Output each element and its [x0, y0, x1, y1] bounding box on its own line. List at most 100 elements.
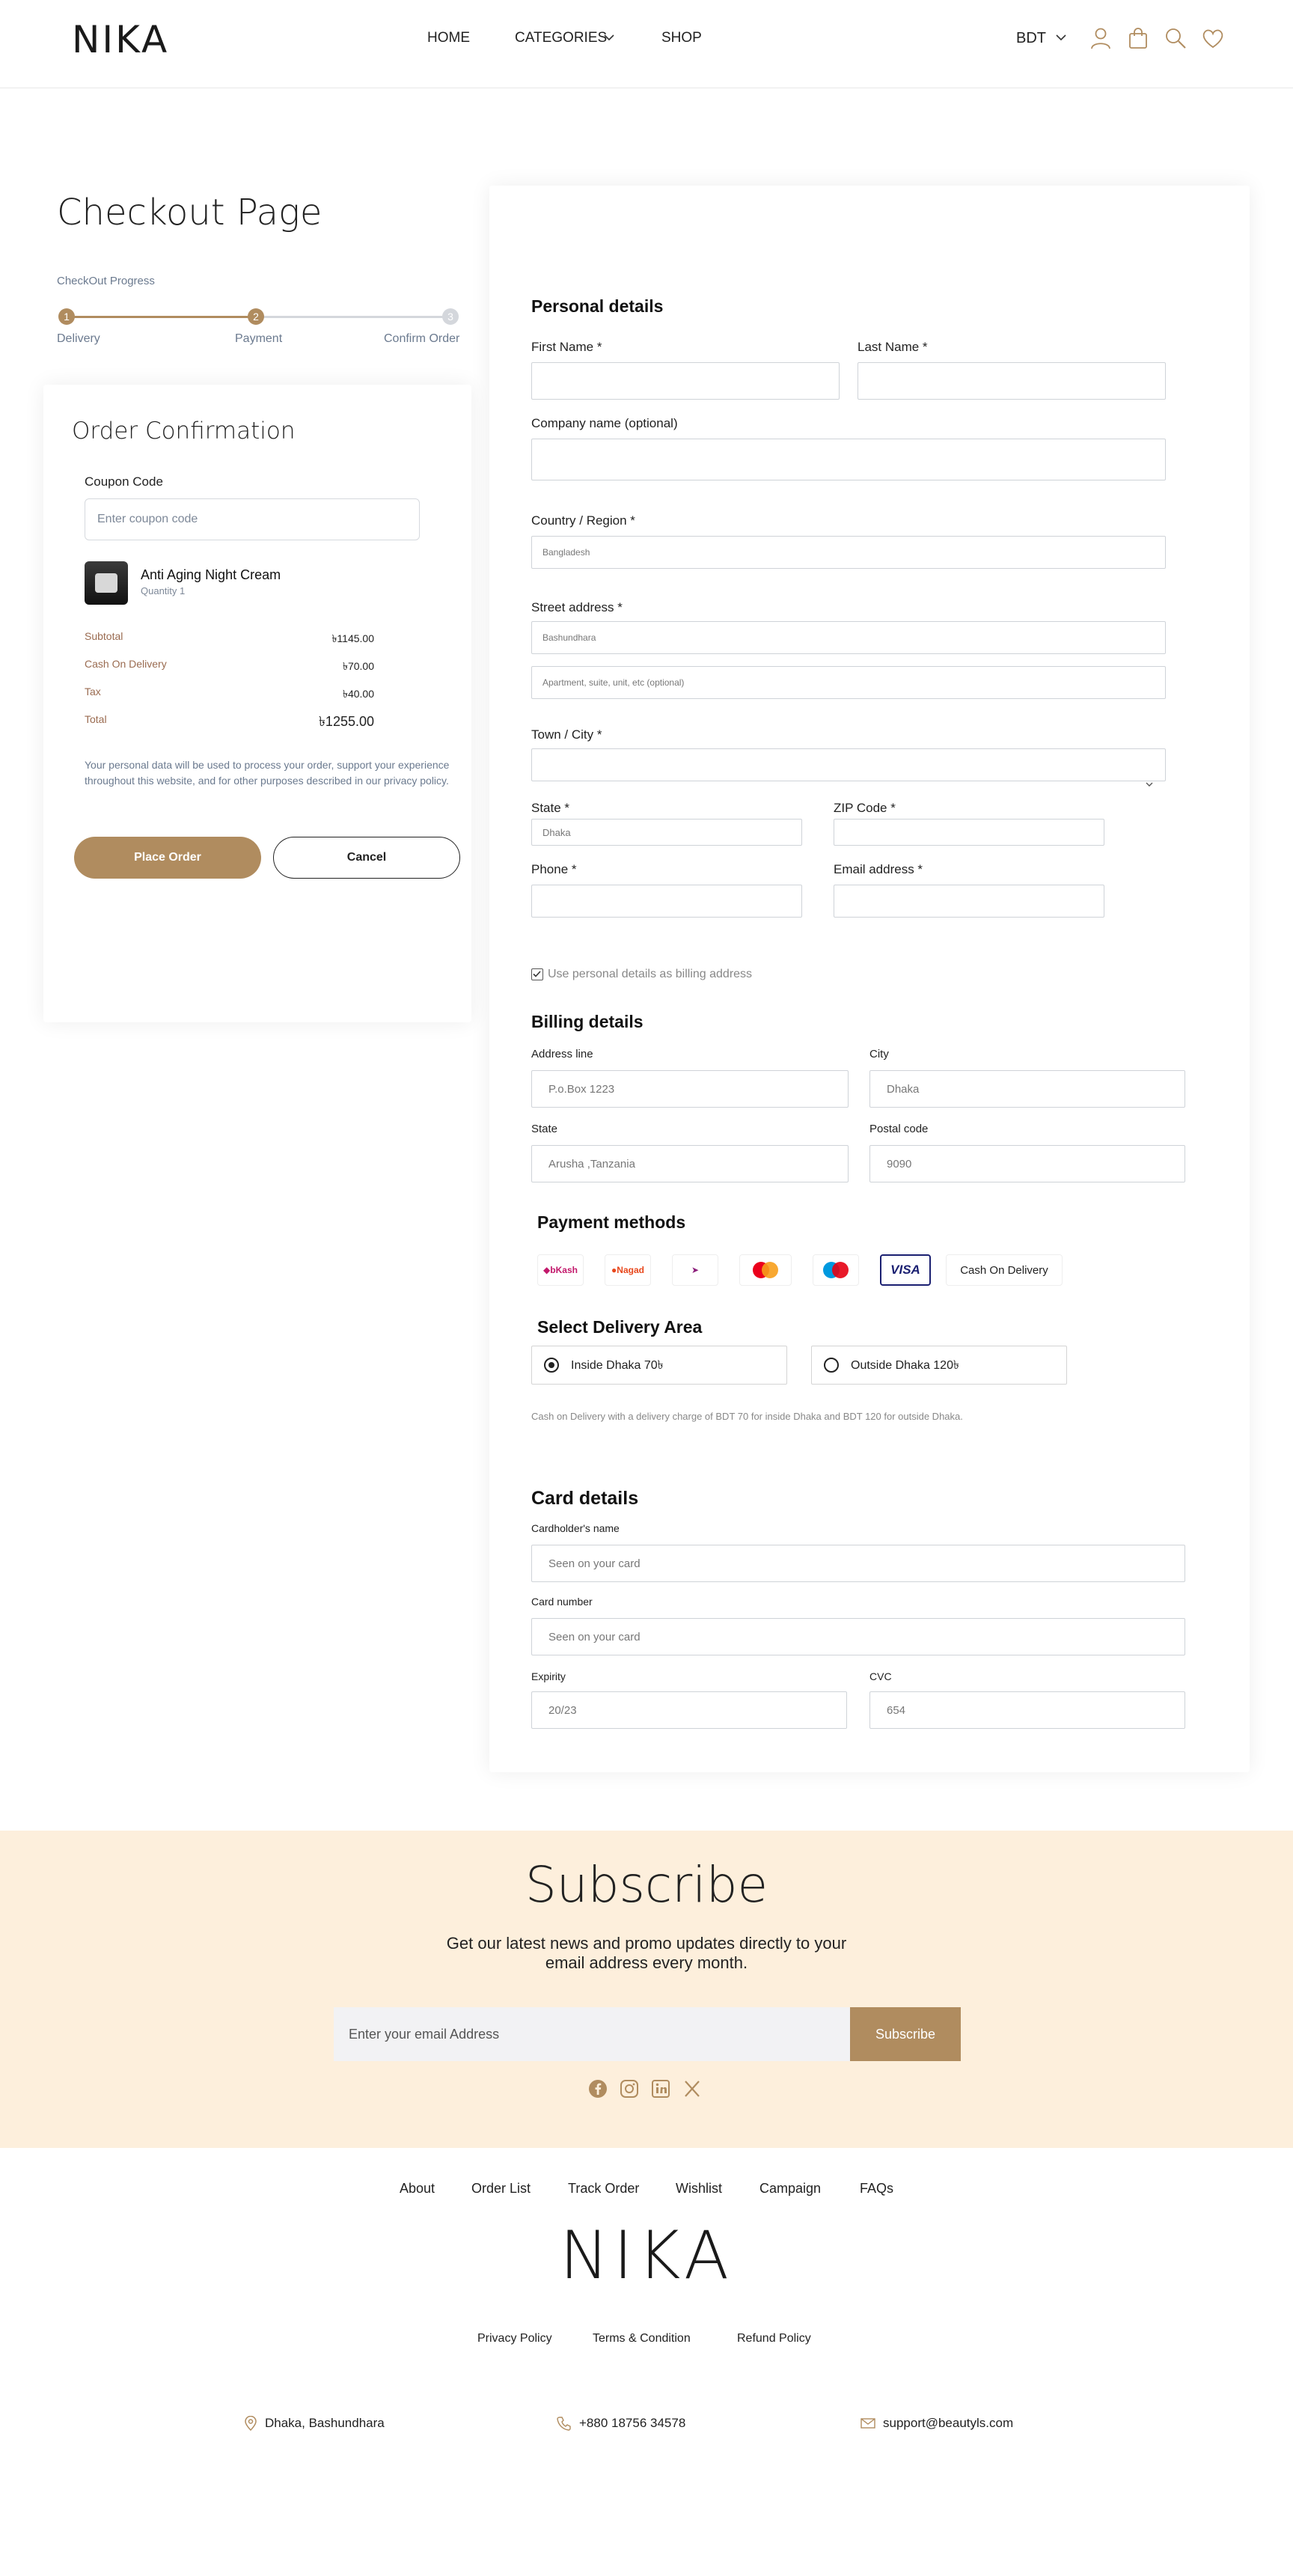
- currency-select[interactable]: BDT: [1016, 30, 1046, 47]
- subscribe-email-input[interactable]: Enter your email Address: [334, 2007, 850, 2061]
- footer-privacy-policy[interactable]: Privacy Policy: [477, 2332, 552, 2345]
- chevron-down-icon[interactable]: [603, 33, 615, 42]
- footer-refund-policy[interactable]: Refund Policy: [737, 2332, 811, 2345]
- place-order-button[interactable]: Place Order: [74, 837, 261, 879]
- email-input[interactable]: [834, 885, 1104, 918]
- footer-link-wishlist[interactable]: Wishlist: [676, 2181, 722, 2197]
- footer-link-faqs[interactable]: FAQs: [860, 2181, 893, 2197]
- coupon-label: Coupon Code: [85, 474, 163, 489]
- company-label: Company name (optional): [531, 416, 678, 430]
- payment-maestro[interactable]: [813, 1254, 859, 1286]
- shopping-bag-icon[interactable]: [1125, 25, 1151, 51]
- cardholder-label: Cardholder's name: [531, 1522, 620, 1534]
- search-icon[interactable]: [1163, 25, 1188, 51]
- billing-postal-input[interactable]: 9090: [869, 1145, 1185, 1182]
- linkedin-icon[interactable]: [651, 2079, 670, 2099]
- cardholder-input[interactable]: Seen on your card: [531, 1545, 1185, 1582]
- rocket-icon: ➤: [691, 1265, 700, 1275]
- order-title: Order Confirmation: [72, 418, 296, 445]
- subscribe-title: Subscribe: [525, 1856, 768, 1914]
- progress-step-3: 3: [442, 308, 459, 325]
- nav-home[interactable]: HOME: [427, 30, 470, 46]
- user-icon[interactable]: [1088, 25, 1113, 51]
- chevron-down-icon[interactable]: [1145, 781, 1154, 787]
- delivery-note: Cash on Delivery with a delivery charge …: [531, 1411, 963, 1422]
- page-title: Checkout Page: [57, 192, 323, 234]
- heart-icon[interactable]: [1200, 25, 1226, 51]
- billing-state-label: State: [531, 1123, 558, 1135]
- delivery-inside-dhaka[interactable]: Inside Dhaka 70৳: [531, 1346, 787, 1385]
- zip-label: ZIP Code *: [834, 801, 896, 815]
- state-label: State *: [531, 801, 570, 815]
- billing-postal-label: Postal code: [869, 1123, 929, 1135]
- progress-step-2: 2: [248, 308, 264, 325]
- payment-bkash[interactable]: ◆bKash: [537, 1254, 584, 1286]
- nav-shop[interactable]: SHOP: [661, 30, 702, 46]
- town-label: Town / City *: [531, 727, 602, 742]
- expiry-label: Expirity: [531, 1670, 566, 1682]
- site-header: NIKA HOME CATEGORIES SHOP BDT: [0, 0, 1293, 88]
- footer-email-text[interactable]: support@beautyls.com: [883, 2416, 1013, 2431]
- facebook-icon[interactable]: [588, 2079, 608, 2099]
- brand-logo[interactable]: NIKA: [72, 18, 169, 61]
- tax-label: Tax: [85, 686, 101, 698]
- nav-categories[interactable]: CATEGORIES: [515, 30, 607, 46]
- street-input[interactable]: Bashundhara: [531, 621, 1166, 654]
- last-name-input[interactable]: [858, 362, 1166, 400]
- apartment-input[interactable]: Apartment, suite, unit, etc (optional): [531, 666, 1166, 699]
- first-name-input[interactable]: [531, 362, 840, 400]
- radio-selected-icon: [544, 1358, 559, 1373]
- subtotal-label: Subtotal: [85, 630, 123, 642]
- location-pin-icon: [245, 2416, 257, 2431]
- cancel-button[interactable]: Cancel: [273, 837, 460, 879]
- coupon-input[interactable]: Enter coupon code: [85, 498, 420, 540]
- billing-details-title: Billing details: [531, 1012, 644, 1031]
- first-name-label: First Name *: [531, 340, 602, 354]
- footer-phone: +880 18756 34578: [557, 2416, 685, 2431]
- company-input[interactable]: [531, 439, 1166, 480]
- x-twitter-icon[interactable]: [682, 2079, 702, 2099]
- cvc-input[interactable]: 654: [869, 1691, 1185, 1729]
- chevron-down-icon[interactable]: [1055, 33, 1067, 42]
- product-quantity: Quantity 1: [141, 585, 186, 596]
- phone-input[interactable]: [531, 885, 802, 918]
- radio-unselected-icon: [824, 1358, 839, 1373]
- footer-link-about[interactable]: About: [400, 2181, 435, 2197]
- billing-checkbox[interactable]: [531, 968, 543, 980]
- total-value: ৳1255.00: [318, 714, 374, 729]
- delivery-outside-dhaka[interactable]: Outside Dhaka 120৳: [811, 1346, 1067, 1385]
- product-thumbnail: [85, 561, 128, 605]
- instagram-icon[interactable]: [620, 2079, 639, 2099]
- payment-nagad[interactable]: ●Nagad: [605, 1254, 651, 1286]
- progress-label: CheckOut Progress: [57, 275, 155, 287]
- step-label-payment: Payment: [235, 332, 283, 345]
- email-label: Email address *: [834, 862, 923, 876]
- step-label-confirm: Confirm Order: [384, 332, 460, 345]
- delivery-area-title: Select Delivery Area: [537, 1317, 703, 1337]
- town-select[interactable]: [531, 748, 1166, 781]
- progress-fill: [66, 316, 254, 318]
- payment-cash-on-delivery[interactable]: Cash On Delivery: [946, 1254, 1063, 1286]
- payment-methods-title: Payment methods: [537, 1212, 686, 1232]
- country-input[interactable]: Bangladesh: [531, 536, 1166, 569]
- footer-link-track-order[interactable]: Track Order: [568, 2181, 639, 2197]
- footer-link-order-list[interactable]: Order List: [471, 2181, 531, 2197]
- footer-logo[interactable]: NIKA: [0, 2217, 1293, 2294]
- payment-mastercard[interactable]: [739, 1254, 792, 1286]
- billing-state-input[interactable]: Arusha ,Tanzania: [531, 1145, 849, 1182]
- subscribe-button[interactable]: Subscribe: [850, 2007, 961, 2061]
- state-input[interactable]: Dhaka: [531, 819, 802, 846]
- footer-link-campaign[interactable]: Campaign: [759, 2181, 821, 2197]
- zip-input[interactable]: [834, 819, 1104, 846]
- delivery-outside-label: Outside Dhaka 120৳: [851, 1358, 959, 1372]
- payment-rocket[interactable]: ➤: [672, 1254, 718, 1286]
- phone-icon: [557, 2417, 571, 2431]
- payment-visa[interactable]: VISA: [880, 1254, 931, 1286]
- cod-value: ৳70.00: [342, 660, 374, 672]
- footer-phone-text[interactable]: +880 18756 34578: [579, 2416, 685, 2431]
- footer-terms[interactable]: Terms & Condition: [593, 2332, 691, 2345]
- billing-city-input[interactable]: Dhaka: [869, 1070, 1185, 1108]
- expiry-input[interactable]: 20/23: [531, 1691, 847, 1729]
- card-number-input[interactable]: Seen on your card: [531, 1618, 1185, 1655]
- billing-address-input[interactable]: P.o.Box 1223: [531, 1070, 849, 1108]
